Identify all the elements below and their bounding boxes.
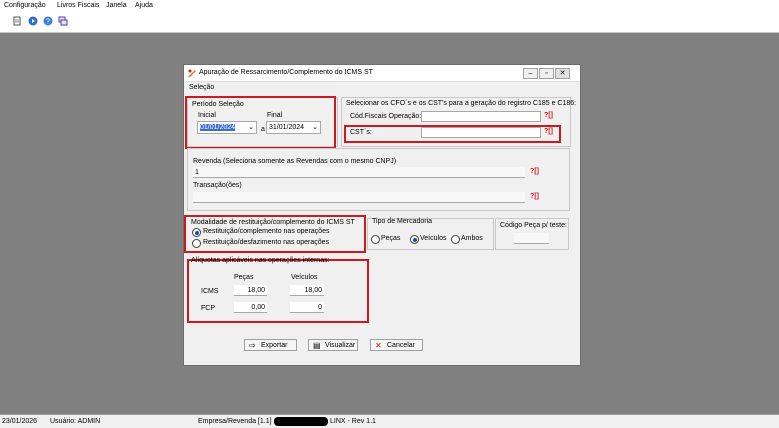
ambos-label: Ambos	[461, 235, 483, 242]
menu-bar: Configuração Livros Fiscais Janela Ajuda	[0, 0, 779, 12]
status-user: Usuário: ADMIN	[50, 418, 101, 425]
aliquotas-col-pecas: Peças	[234, 274, 254, 281]
restituicao-complemento-label: Restituição/complemento nas operações	[203, 228, 330, 235]
radio-restituicao-desfazimento[interactable]	[192, 239, 201, 248]
svg-text:?: ?	[46, 19, 50, 26]
help-icon[interactable]: ?	[43, 16, 53, 26]
menu-janela[interactable]: Janela	[106, 2, 127, 9]
icms-label: ICMS	[201, 288, 219, 295]
transacao-input[interactable]	[193, 192, 525, 203]
window-icon[interactable]	[58, 16, 68, 26]
a-label: a	[261, 126, 265, 133]
cod-fiscais-label: Cód.Fiscais Operação:	[350, 113, 422, 120]
cst-lookup-button[interactable]: ?[]	[544, 128, 553, 135]
inicial-date-field[interactable]: 01/01/2024 ⌄	[197, 121, 257, 134]
dialog-title: Apuração de Ressarcimento/Complemento do…	[199, 69, 373, 76]
status-version: LINX - Rev 1.1	[330, 418, 376, 425]
codigo-input[interactable]	[514, 233, 549, 244]
status-bar: 23/01/2026 Usuário: ADMIN Empresa/Revend…	[0, 414, 779, 428]
redacted-block	[274, 417, 328, 426]
cancelar-button[interactable]: ✕ Cancelar	[370, 339, 423, 351]
close-icon[interactable]: ✕	[555, 68, 570, 79]
codigo-label: Código Peça p/ teste:	[500, 222, 567, 229]
transacao-lookup-button[interactable]: ?[]	[530, 193, 539, 200]
maximize-icon[interactable]: ▫	[539, 68, 554, 79]
restituicao-desfazimento-label: Restituição/desfazimento nas operações	[203, 239, 330, 246]
print-icon: ▤	[313, 341, 321, 350]
cst-label: CST´s:	[350, 129, 372, 136]
cod-fiscais-input[interactable]	[421, 111, 541, 122]
icms-veiculos-input[interactable]: 18,00	[290, 285, 324, 296]
final-date-field[interactable]: 31/01/2024 ⌄	[266, 121, 321, 134]
revenda-input[interactable]: 1	[193, 167, 525, 178]
dialog-titlebar[interactable]: Apuração de Ressarcimento/Complemento do…	[184, 65, 580, 82]
radio-ambos[interactable]	[451, 235, 460, 244]
radio-restituicao-complemento[interactable]	[192, 228, 201, 237]
menu-livros-fiscais[interactable]: Livros Fiscais	[57, 2, 99, 9]
menu-selecao[interactable]: Seleção	[189, 84, 214, 91]
aliquotas-label: Alíquotas aplicáveis nas operações inter…	[191, 257, 330, 264]
cancel-icon: ✕	[375, 341, 382, 350]
menu-configuracao[interactable]: Configuração	[4, 2, 46, 9]
chevron-down-icon[interactable]: ⌄	[312, 122, 318, 133]
exportar-button[interactable]: ⇨ Exportar	[244, 339, 297, 351]
cfo-label: Selecionar os CFO´s e os CST's para a ge…	[346, 100, 577, 107]
minimize-icon[interactable]: –	[523, 68, 538, 79]
transacao-label: Transação(ões)	[193, 182, 242, 189]
fcp-label: FCP	[201, 305, 215, 312]
status-empresa: Empresa/Revenda [1.1]	[198, 418, 272, 425]
icms-pecas-input[interactable]: 18,00	[234, 285, 267, 296]
aliquotas-col-veiculos: Veículos	[291, 274, 318, 281]
final-label: Final	[267, 112, 283, 119]
revenda-lookup-button[interactable]: ?[]	[530, 168, 539, 175]
fcp-pecas-input[interactable]: 0,00	[234, 302, 267, 313]
modalidade-label: Modalidade de restituição/complemento do…	[191, 219, 355, 226]
export-icon: ⇨	[249, 341, 256, 350]
visualizar-button[interactable]: ▤ Visualizar	[308, 339, 358, 351]
cod-lookup-button[interactable]: ?[]	[544, 112, 553, 119]
chevron-down-icon[interactable]: ⌄	[248, 122, 254, 133]
apuracao-dialog: Apuração de Ressarcimento/Complemento do…	[183, 64, 581, 366]
veiculos-label: Veículos	[420, 235, 447, 242]
radio-pecas[interactable]	[371, 235, 380, 244]
radio-veiculos[interactable]	[410, 235, 419, 244]
tipo-label: Tipo de Mercadoria	[372, 218, 433, 225]
play-icon[interactable]	[28, 16, 38, 26]
pecas-label: Peças	[381, 235, 401, 242]
cst-input[interactable]	[421, 127, 541, 138]
app-icon	[188, 69, 196, 77]
status-date: 23/01/2026	[2, 418, 38, 425]
menu-ajuda[interactable]: Ajuda	[135, 2, 153, 9]
toolbar: ?	[0, 12, 779, 33]
fcp-veiculos-input[interactable]: 0	[290, 302, 324, 313]
revenda-label: Revenda (Seleciona somente as Revendas c…	[193, 158, 397, 165]
page-icon[interactable]	[12, 16, 22, 26]
inicial-label: Inicial	[198, 112, 216, 119]
periodo-label: Período Seleção	[192, 101, 244, 108]
